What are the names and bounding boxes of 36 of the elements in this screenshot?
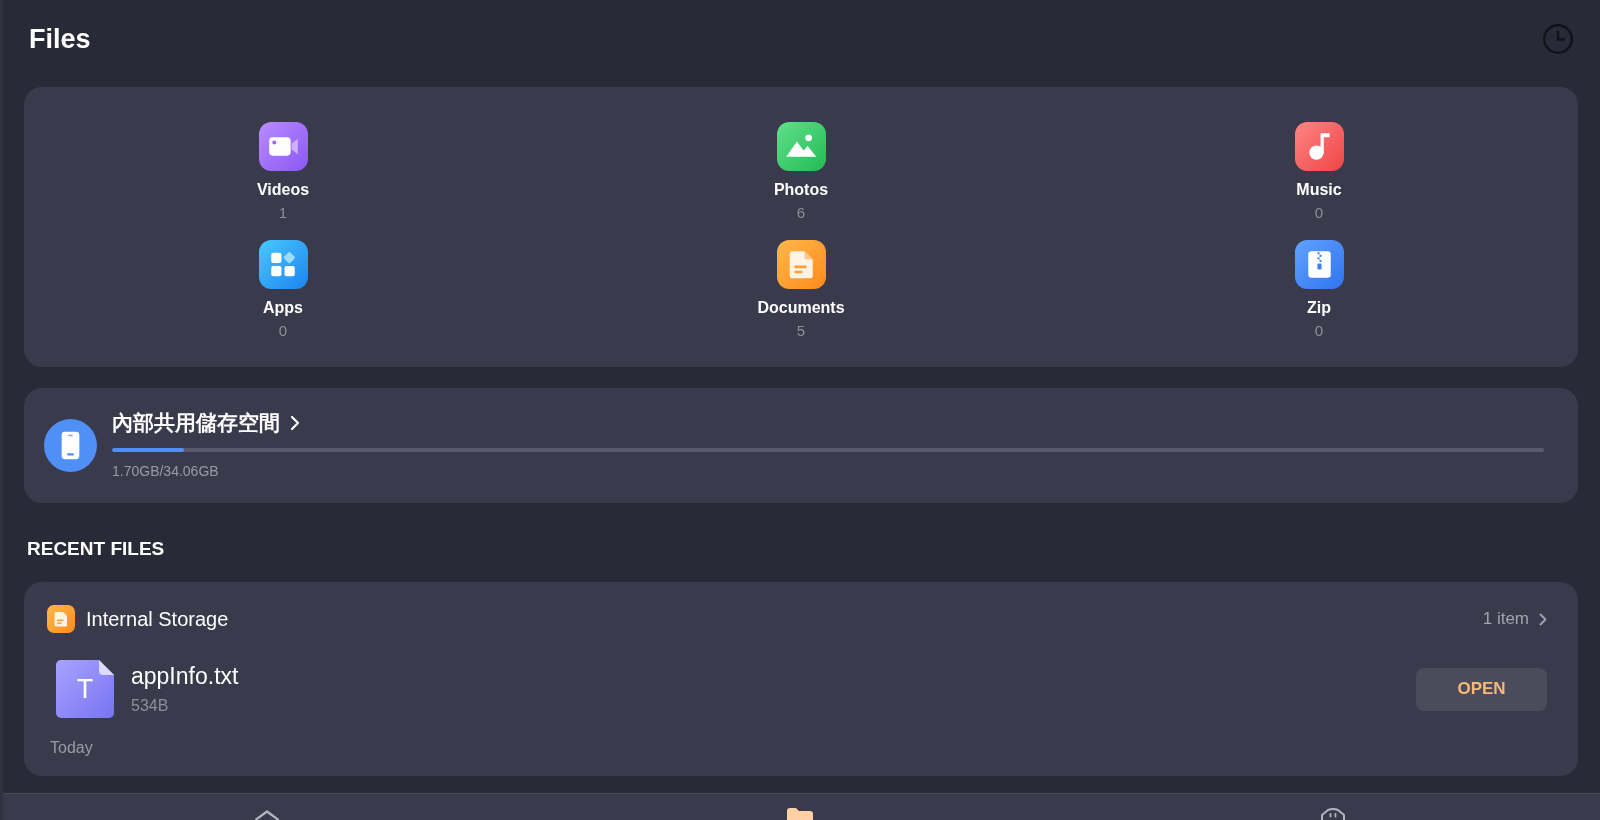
section-heading: RECENT FILES (27, 537, 166, 561)
file-name[interactable]: appInfo.txt (131, 663, 239, 689)
document-icon (47, 605, 75, 633)
category-label: Apps (263, 298, 303, 317)
category-label: Photos (773, 180, 829, 199)
storage-card[interactable]: 內部共用儲存空間 1.70GB/34.06GB (24, 388, 1578, 503)
category-label: Documents (757, 298, 845, 317)
video-camera-icon[interactable] (258, 122, 308, 171)
chevron-right-icon[interactable] (1539, 612, 1547, 626)
mountain-picture-icon[interactable] (776, 122, 826, 171)
storage-location-label: Internal Storage (86, 607, 229, 631)
app-grid-icon[interactable] (258, 240, 308, 289)
category-count: 0 (1314, 321, 1324, 340)
category-label: Videos (256, 180, 310, 199)
category-count: 0 (1314, 203, 1324, 222)
storage-usage-text: 1.70GB/34.06GB (112, 463, 220, 480)
open-button[interactable]: OPEN (1416, 667, 1547, 711)
storage-title[interactable]: 內部共用儲存空間 (112, 411, 280, 435)
folder-icon[interactable] (787, 808, 813, 820)
file-date: Today (50, 739, 93, 757)
category-count: 0 (278, 321, 288, 340)
category-count: 6 (796, 203, 806, 222)
category-count: 1 (278, 203, 288, 222)
category-label: Music (1296, 180, 1342, 199)
category-count: 5 (796, 321, 806, 340)
home-icon[interactable] (253, 810, 280, 820)
zipper-file-icon[interactable] (1294, 240, 1344, 289)
document-icon[interactable] (776, 240, 826, 289)
page-title: Files (29, 23, 91, 55)
music-note-icon[interactable] (1294, 122, 1344, 171)
phone-icon (44, 419, 97, 472)
robot-head-icon[interactable] (1320, 808, 1347, 820)
file-size: 534B (131, 697, 169, 715)
text-file-thumbnail: T (56, 660, 114, 718)
item-count-link[interactable]: 1 item (1482, 609, 1529, 629)
category-label: Zip (1307, 298, 1331, 317)
